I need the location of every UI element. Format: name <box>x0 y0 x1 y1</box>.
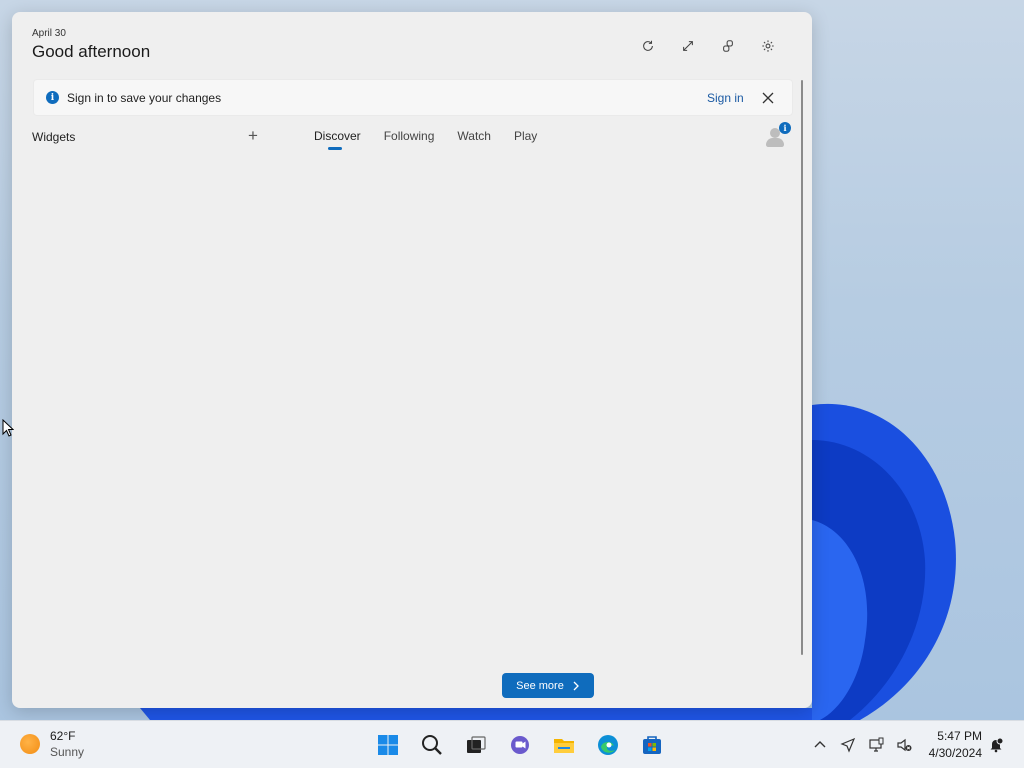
network-icon <box>869 737 884 752</box>
share-icon <box>723 40 733 52</box>
windows-start-icon <box>378 735 398 755</box>
share-button[interactable] <box>708 36 748 56</box>
signin-banner: i Sign in to save your changes Sign in <box>33 79 793 116</box>
location-icon <box>840 737 856 753</box>
refresh-button[interactable] <box>628 36 668 56</box>
location-button[interactable] <box>834 735 862 755</box>
weather-widget[interactable]: 62°F Sunny <box>20 729 84 759</box>
expand-icon <box>683 41 693 51</box>
chat-button[interactable] <box>498 733 542 757</box>
search-button[interactable] <box>410 733 454 757</box>
avatar-body <box>766 138 784 147</box>
volume-muted-icon <box>897 738 912 752</box>
clock[interactable]: 5:47 PM 4/30/2024 <box>920 729 982 760</box>
volume-button[interactable] <box>890 735 918 755</box>
see-more-label: See more <box>516 679 564 692</box>
sun-icon <box>20 734 40 754</box>
store-button[interactable] <box>630 733 674 757</box>
header-actions <box>628 36 788 56</box>
mouse-cursor-icon <box>2 419 14 437</box>
chevron-right-icon <box>573 681 579 690</box>
network-button[interactable] <box>862 735 890 755</box>
profile-info-badge: i <box>779 122 791 134</box>
info-icon: i <box>46 91 59 104</box>
close-icon[interactable] <box>760 90 776 106</box>
widgets-heading: Widgets <box>32 130 76 144</box>
taskbar-apps <box>366 733 674 757</box>
weather-condition: Sunny <box>50 745 85 759</box>
edge-button[interactable] <box>586 733 630 757</box>
refresh-icon <box>643 40 653 51</box>
signin-link[interactable]: Sign in <box>707 91 744 105</box>
tab-discover[interactable]: Discover <box>314 129 361 150</box>
start-button[interactable] <box>366 733 410 757</box>
teams-chat-icon <box>511 736 529 754</box>
add-widget-button[interactable]: + <box>248 126 258 146</box>
signin-banner-text: Sign in to save your changes <box>67 90 222 105</box>
settings-button[interactable] <box>748 36 788 56</box>
feed-tabs: Discover Following Watch Play <box>314 129 560 150</box>
taskbar: 62°F Sunny 5:47 PM 4/30/2024 <box>0 720 1024 768</box>
panel-header: April 30 Good afternoon <box>32 28 150 62</box>
edge-icon <box>598 735 618 755</box>
weather-temperature: 62°F <box>50 729 76 743</box>
greeting-title: Good afternoon <box>32 42 151 61</box>
store-icon <box>643 736 661 754</box>
clock-time: 5:47 PM <box>937 729 982 743</box>
show-hidden-icons-button[interactable] <box>806 735 834 755</box>
gear-icon <box>762 40 774 52</box>
file-explorer-icon <box>554 739 574 753</box>
clock-date: 4/30/2024 <box>928 746 982 760</box>
search-icon <box>422 735 442 755</box>
profile-button[interactable]: i <box>764 122 792 150</box>
tab-play[interactable]: Play <box>514 129 537 143</box>
scrollbar[interactable] <box>801 80 803 655</box>
see-more-button[interactable]: See more <box>502 673 594 698</box>
task-view-button[interactable] <box>454 733 498 757</box>
expand-button[interactable] <box>668 36 708 56</box>
notification-bell-icon[interactable] <box>988 737 1004 753</box>
tab-following[interactable]: Following <box>384 129 435 143</box>
chevron-up-icon <box>814 741 826 748</box>
tab-watch[interactable]: Watch <box>457 129 491 143</box>
date-label: April 30 <box>32 28 66 39</box>
system-tray <box>806 735 918 755</box>
task-view-icon <box>467 736 486 753</box>
widgets-panel: April 30 Good afternoon i Sign in to sav… <box>12 12 812 708</box>
file-explorer-button[interactable] <box>542 733 586 757</box>
